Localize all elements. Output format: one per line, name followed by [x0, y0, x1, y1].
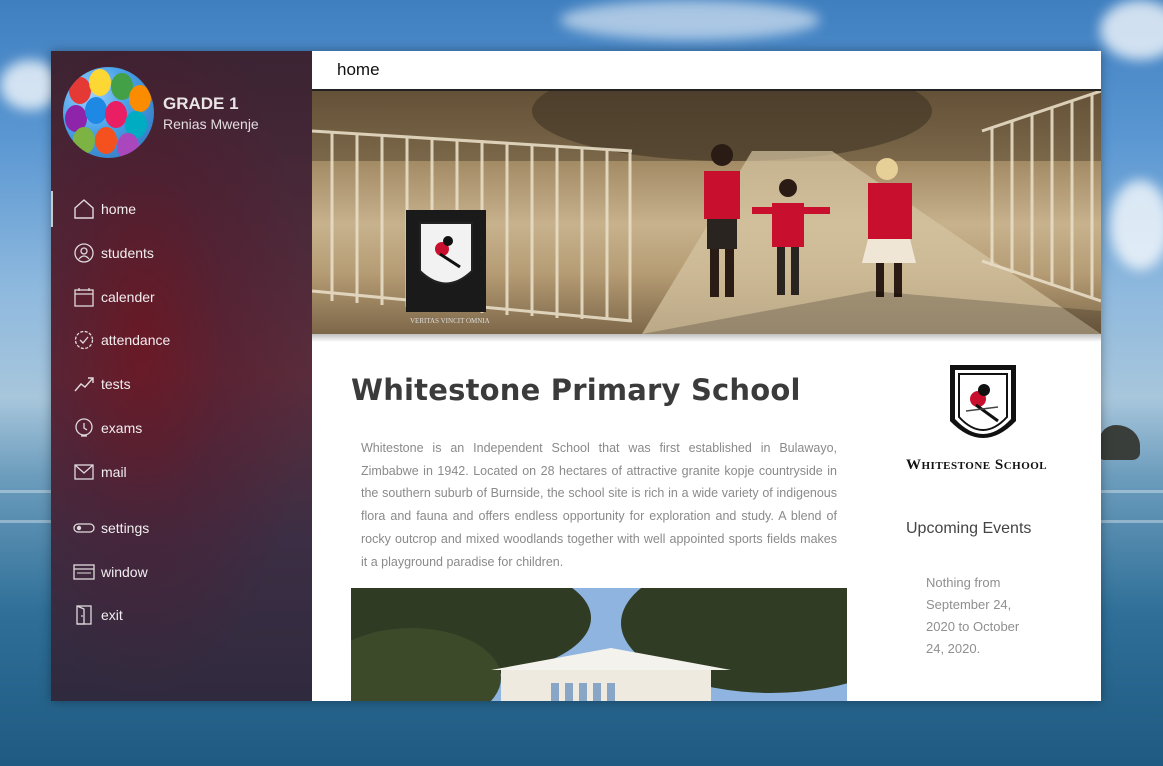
app-window: GRADE 1 Renias Mwenje home students cale…	[51, 51, 1101, 701]
profile-card: GRADE 1 Renias Mwenje	[63, 67, 259, 158]
window-icon	[73, 561, 95, 583]
sidebar-item-label: home	[101, 201, 137, 217]
sidebar-item-label: attendance	[101, 332, 171, 348]
sidebar-item-window[interactable]: window	[51, 554, 312, 590]
upcoming-events-text: Nothing from September 24, 2020 to Octob…	[926, 575, 1020, 656]
exit-icon	[73, 604, 95, 626]
right-column: Whitestone School Upcoming Events Nothin…	[882, 363, 1101, 660]
mail-icon	[73, 461, 95, 483]
exams-icon	[73, 417, 95, 439]
grade-label: GRADE 1	[163, 93, 239, 113]
sidebar-item-attendance[interactable]: attendance	[51, 322, 312, 358]
sidebar-item-label: tests	[101, 376, 131, 392]
sidebar-item-tests[interactable]: tests	[51, 366, 312, 402]
attendance-icon	[73, 329, 95, 351]
sidebar-item-label: students	[101, 245, 154, 261]
motto-bottom: OMNIA	[465, 317, 490, 325]
hero-banner-image: VERITAS VINCIT OMNIA	[312, 91, 1101, 334]
school-title: Whitestone Primary School	[351, 373, 801, 407]
page-header: home	[312, 51, 1101, 91]
school-building-photo	[351, 588, 847, 701]
sidebar-item-label: exams	[101, 420, 143, 436]
banner-shadow	[312, 334, 1101, 342]
avatar[interactable]	[63, 67, 154, 158]
school-description: Whitestone is an Independent School that…	[361, 441, 837, 569]
sidebar-item-label: window	[101, 564, 148, 580]
motto-left: VERITAS	[410, 317, 439, 325]
calendar-icon	[73, 286, 95, 308]
sidebar-item-label: calender	[101, 289, 155, 305]
sidebar-item-mail[interactable]: mail	[51, 454, 312, 490]
students-icon	[73, 242, 95, 264]
sidebar-item-label: settings	[101, 520, 150, 536]
sidebar-item-exit[interactable]: exit	[51, 597, 312, 633]
sidebar-item-home[interactable]: home	[51, 191, 312, 227]
sidebar-item-label: mail	[101, 464, 127, 480]
user-name: Renias Mwenje	[163, 115, 259, 132]
toggle-icon	[73, 517, 95, 539]
upcoming-events-title: Upcoming Events	[906, 520, 1032, 537]
main-panel: home VERITAS VINCIT OMNIA Whitestone Pri…	[312, 51, 1101, 701]
school-crest-logo	[948, 363, 1018, 453]
sidebar-item-students[interactable]: students	[51, 235, 312, 271]
sidebar-item-calender[interactable]: calender	[51, 279, 312, 315]
sidebar-item-exams[interactable]: exams	[51, 410, 312, 446]
school-logo-text: Whitestone School	[906, 457, 1048, 473]
trend-icon	[73, 373, 95, 395]
main-content: Whitestone Primary School Whitestone is …	[351, 373, 847, 701]
page-title: home	[337, 60, 380, 79]
sidebar-item-label: exit	[101, 607, 123, 623]
home-icon	[73, 198, 95, 220]
sidebar: GRADE 1 Renias Mwenje home students cale…	[51, 51, 312, 701]
motto-right: VINCIT	[440, 317, 465, 325]
sidebar-item-settings[interactable]: settings	[51, 510, 312, 546]
banner-motto: VERITAS VINCIT OMNIA	[410, 317, 490, 325]
